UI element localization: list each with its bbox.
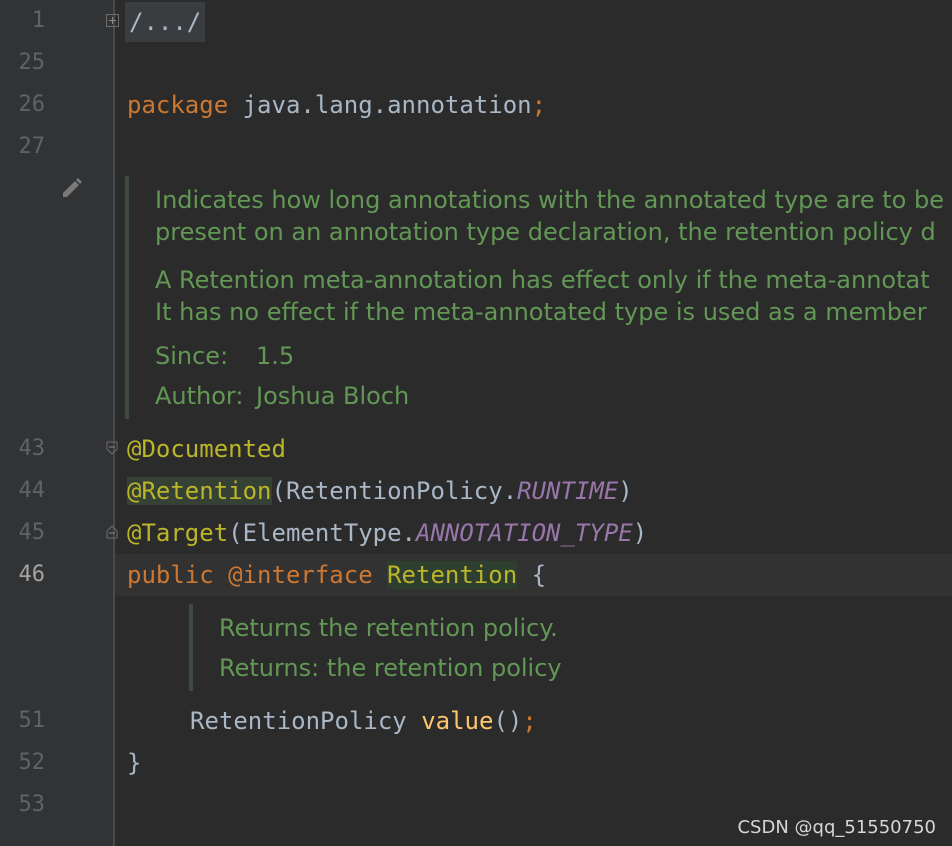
- annotation-args: (RetentionPolicy.: [271, 477, 518, 505]
- doc-author-label: Author:: [155, 382, 244, 410]
- annotation: @Documented: [127, 435, 286, 463]
- gutter-divider: [113, 0, 115, 846]
- brace: {: [517, 561, 547, 589]
- annotation-args: (ElementType.: [228, 519, 416, 547]
- watermark: CSDN @qq_51550750: [737, 817, 936, 838]
- doc-author-value: Joshua Bloch: [256, 382, 410, 410]
- doc-since-value: 1.5: [256, 342, 295, 370]
- doc-comment-bar: [189, 604, 193, 691]
- keyword: package: [127, 91, 229, 119]
- keyword: public: [127, 561, 214, 589]
- method-name: value: [421, 707, 494, 735]
- package-name: java.lang.annotation: [228, 91, 532, 119]
- annotation: @Target: [127, 519, 229, 547]
- expand-fold-icon[interactable]: [106, 14, 119, 27]
- doc-text: A Retention meta-annotation has effect o…: [155, 266, 930, 294]
- doc-since-label: Since:: [155, 342, 229, 370]
- code-line-retention[interactable]: @Retention(RetentionPolicy.RUNTIME): [127, 470, 633, 512]
- doc-text: Indicates how long annotations with the …: [155, 186, 944, 214]
- collapse-fold-icon[interactable]: [106, 441, 118, 455]
- doc-text: Returns the retention policy.: [219, 614, 558, 642]
- line-number[interactable]: 45: [0, 512, 46, 554]
- fold-end-icon[interactable]: [106, 525, 118, 539]
- enum-constant: RUNTIME: [517, 477, 619, 505]
- line-number[interactable]: 53: [0, 784, 46, 826]
- paren: ): [632, 519, 648, 547]
- code-line-documented[interactable]: @Documented: [127, 428, 286, 470]
- line-number[interactable]: 1: [0, 0, 45, 42]
- closing-brace: }: [127, 749, 142, 777]
- folded-region[interactable]: /.../: [125, 2, 206, 42]
- code-editor[interactable]: 1 25 26 27 43 44 45 46 51 52 53 /.../ pa…: [0, 0, 952, 846]
- type-name-highlighted: Retention: [387, 561, 518, 589]
- code-line-target[interactable]: @Target(ElementType.ANNOTATION_TYPE): [127, 512, 647, 554]
- paren: ): [618, 477, 633, 505]
- line-number[interactable]: 25: [0, 42, 46, 84]
- line-number[interactable]: 52: [0, 742, 46, 784]
- return-type: RetentionPolicy: [190, 707, 407, 735]
- line-number[interactable]: 27: [0, 126, 46, 168]
- annotation-highlighted: @Retention: [127, 477, 272, 505]
- line-number-current[interactable]: 46: [0, 554, 46, 596]
- line-number[interactable]: 26: [0, 84, 46, 126]
- semicolon: ;: [522, 707, 537, 735]
- doc-text: Returns: the retention policy: [219, 654, 562, 682]
- doc-text: present on an annotation type declaratio…: [155, 218, 936, 246]
- doc-text: It has no effect if the meta-annotated t…: [155, 298, 927, 326]
- parens: (): [493, 707, 523, 735]
- line-number[interactable]: 43: [0, 428, 46, 470]
- code-line-closing[interactable]: }: [127, 742, 141, 784]
- code-line-method[interactable]: RetentionPolicy value();: [190, 700, 537, 742]
- keyword: @interface: [228, 561, 373, 589]
- line-number[interactable]: 51: [0, 700, 46, 742]
- semicolon: ;: [531, 91, 547, 119]
- doc-comment-bar: [125, 176, 129, 419]
- enum-constant: ANNOTATION_TYPE: [416, 519, 633, 547]
- code-line-package[interactable]: package java.lang.annotation;: [127, 84, 546, 126]
- line-number[interactable]: 44: [0, 470, 46, 512]
- pencil-icon[interactable]: [60, 176, 84, 200]
- code-line-declaration[interactable]: public @interface Retention {: [127, 554, 546, 596]
